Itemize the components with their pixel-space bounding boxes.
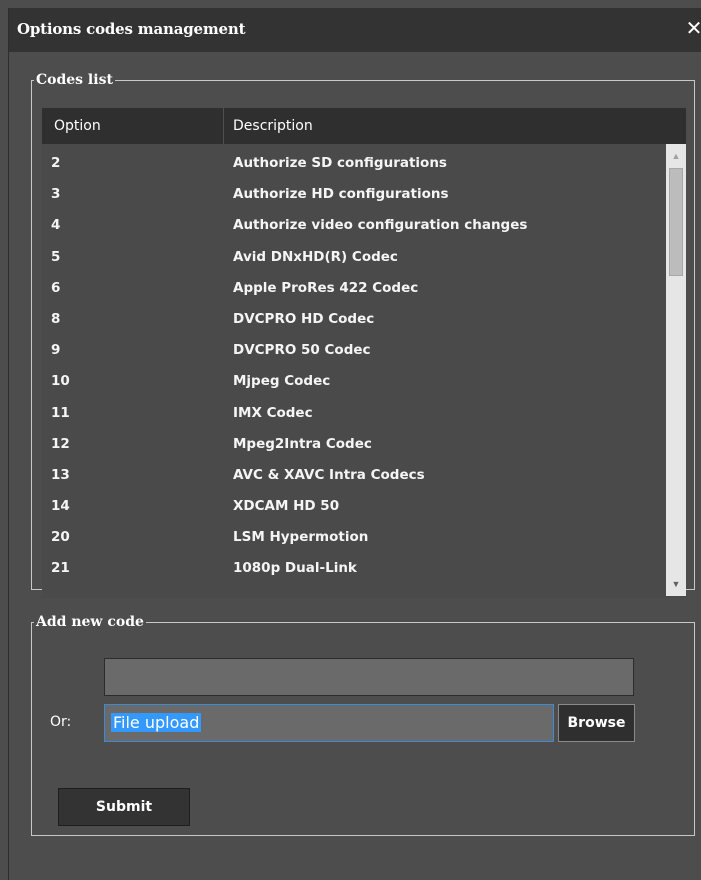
table-row[interactable]: 11 IMX Codec	[42, 398, 662, 429]
option-cell: 9	[51, 342, 61, 359]
table-row[interactable]: 14 XDCAM HD 50	[42, 491, 662, 522]
description-cell: XDCAM HD 50	[233, 498, 340, 515]
codes-table: Option Description 2 Authorize SD configu…	[42, 108, 686, 598]
options-codes-dialog: Options codes management ✕ Codes list Op…	[8, 8, 701, 880]
option-cell: 14	[51, 498, 70, 515]
description-cell: AVC & XAVC Intra Codecs	[233, 466, 425, 483]
option-cell: 21	[51, 560, 70, 577]
description-cell: IMX Codec	[233, 404, 313, 421]
table-row[interactable]: 13 AVC & XAVC Intra Codecs	[42, 460, 662, 491]
codes-table-header: Option Description	[42, 108, 686, 144]
table-row[interactable]: 21 1080p Dual-Link	[42, 553, 662, 584]
option-cell: 3	[51, 186, 61, 203]
option-cell: 2	[51, 155, 61, 171]
description-cell: Apple ProRes 422 Codec	[233, 279, 419, 296]
option-cell: 5	[51, 248, 61, 265]
submit-button[interactable]: Submit	[58, 788, 190, 826]
description-cell: LSM Hypermotion	[233, 529, 369, 546]
dialog-title: Options codes management	[17, 20, 246, 38]
codes-list-group: Codes list Option Description 2 Authorize…	[31, 72, 695, 598]
option-cell: 8	[51, 310, 61, 327]
file-upload-field[interactable]: File upload	[104, 704, 554, 742]
option-cell: 12	[51, 435, 70, 452]
add-new-code-group: Add new code Or: File upload Browse Subm…	[31, 614, 695, 836]
description-cell: Authorize video configuration changes	[233, 217, 528, 234]
close-icon[interactable]: ✕	[683, 17, 701, 39]
option-cell: 10	[51, 373, 70, 390]
table-row[interactable]: 9 DVCPRO 50 Codec	[42, 335, 662, 366]
option-cell: 6	[51, 279, 61, 296]
table-row[interactable]: 12 Mpeg2Intra Codec	[42, 429, 662, 460]
table-row[interactable]: 20 LSM Hypermotion	[42, 522, 662, 553]
scroll-up-arrow-icon[interactable]: ▲	[666, 146, 686, 166]
table-row[interactable]: 8 DVCPRO HD Codec	[42, 304, 662, 335]
dialog-titlebar: Options codes management ✕	[9, 8, 701, 52]
or-label: Or:	[50, 714, 72, 730]
description-cell: Authorize SD configurations	[233, 155, 447, 171]
scroll-down-arrow-icon[interactable]: ▼	[666, 574, 686, 594]
option-cell: 20	[51, 529, 70, 546]
option-cell: 11	[51, 404, 70, 421]
codes-list-legend: Codes list	[36, 72, 113, 88]
description-cell: DVCPRO 50 Codec	[233, 342, 371, 359]
browse-button[interactable]: Browse	[558, 704, 635, 742]
description-cell: Mjpeg Codec	[233, 373, 331, 390]
description-cell: DVCPRO HD Codec	[233, 310, 375, 327]
table-row[interactable]: 10 Mjpeg Codec	[42, 366, 662, 397]
table-row[interactable]: 5 Avid DNxHD(R) Codec	[42, 242, 662, 273]
codes-table-body: 2 Authorize SD configurations 3 Authorize H…	[42, 148, 662, 596]
code-input[interactable]	[104, 658, 634, 696]
column-header-option[interactable]: Option	[42, 108, 224, 144]
column-header-description[interactable]: Description	[224, 108, 686, 144]
table-row[interactable]: 6 Apple ProRes 422 Codec	[42, 273, 662, 304]
add-new-code-legend: Add new code	[36, 614, 144, 630]
description-cell: Mpeg2Intra Codec	[233, 435, 372, 452]
description-cell: Avid DNxHD(R) Codec	[233, 248, 398, 265]
option-cell: 13	[51, 466, 70, 483]
description-cell: Authorize HD configurations	[233, 186, 449, 203]
table-row[interactable]: 2 Authorize SD configurations	[42, 148, 662, 179]
file-upload-text: File upload	[111, 713, 202, 732]
codes-table-scrollbar[interactable]: ▲ ▼	[666, 144, 686, 596]
scrollbar-thumb[interactable]	[669, 168, 683, 276]
table-row[interactable]: 3 Authorize HD configurations	[42, 179, 662, 210]
option-cell: 4	[51, 217, 61, 234]
table-row[interactable]: 4 Authorize video configuration changes	[42, 210, 662, 241]
description-cell: 1080p Dual-Link	[233, 560, 357, 577]
